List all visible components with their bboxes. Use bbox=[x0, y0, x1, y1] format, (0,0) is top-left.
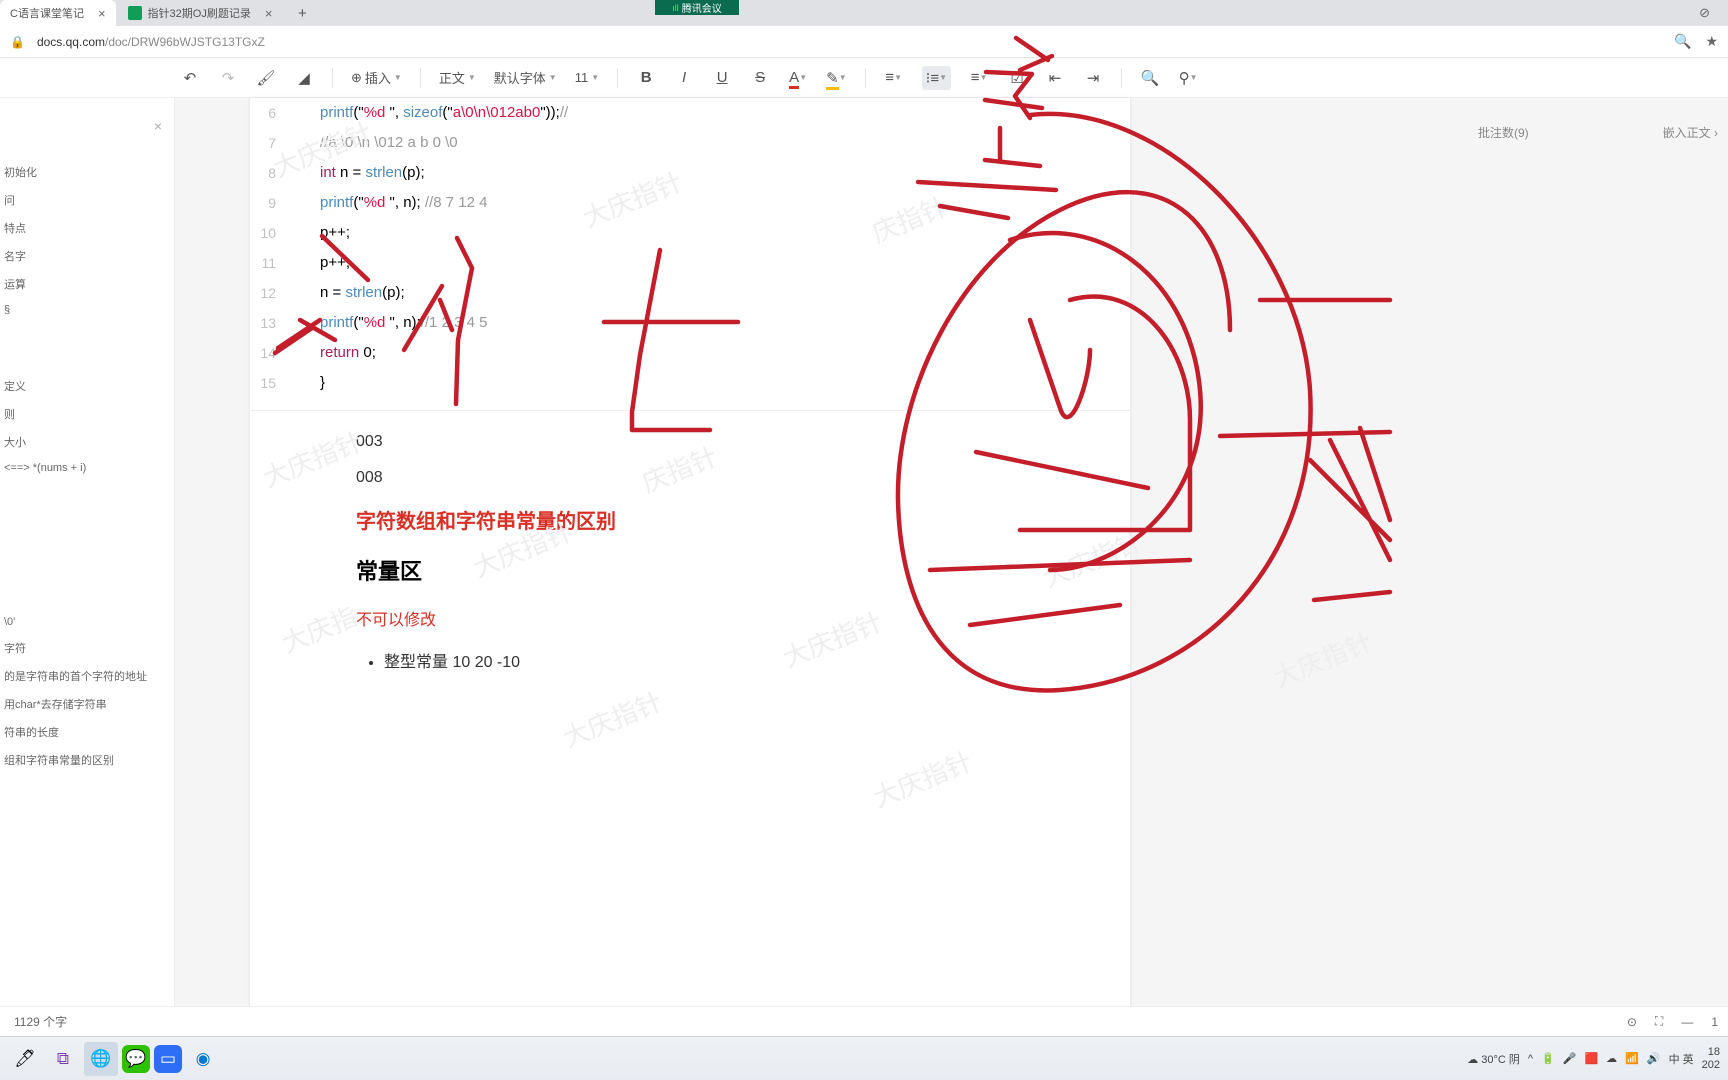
prose-content[interactable]: 003 008 字符数组和字符串常量的区别 常量区 不可以修改 整型常量 10 … bbox=[250, 411, 1130, 672]
sidebar-item[interactable]: 符串的长度 bbox=[0, 718, 166, 746]
tray-up-icon[interactable]: ^ bbox=[1528, 1053, 1533, 1065]
search-button[interactable]: 🔍 bbox=[1140, 66, 1160, 90]
sidebar-item[interactable]: 大小 bbox=[0, 428, 166, 456]
document-canvas[interactable]: 6printf("%d ", sizeof("a\0\n\012ab0"));/… bbox=[250, 98, 1130, 1036]
code-block: 6printf("%d ", sizeof("a\0\n\012ab0"));/… bbox=[250, 98, 1130, 411]
tab-2[interactable]: 指针32期OJ刷题记录 × bbox=[118, 0, 283, 26]
tab-2-title: 指针32期OJ刷题记录 bbox=[148, 5, 251, 21]
star-icon[interactable]: ★ bbox=[1705, 33, 1718, 50]
num-icon: 1 bbox=[1711, 1015, 1718, 1029]
underline-button[interactable]: U bbox=[712, 66, 732, 90]
sidebar-item[interactable]: 运算 bbox=[0, 270, 166, 298]
number-list-button[interactable]: ≡ ▼ bbox=[969, 66, 989, 90]
paragraph: 003 bbox=[356, 433, 1130, 451]
bold-button[interactable]: B bbox=[636, 66, 656, 90]
meeting-label: 腾讯会议 bbox=[682, 0, 722, 15]
checklist-button[interactable]: ☑ bbox=[1007, 66, 1027, 90]
outdent-button[interactable]: ⇤ bbox=[1045, 66, 1065, 90]
workspace: × 初始化 问 特点 名字 运算 § 定义 则 大小 <==> *(nums +… bbox=[0, 98, 1728, 1036]
sidebar-item[interactable]: 初始化 bbox=[0, 158, 166, 186]
zoom-icon[interactable]: 🔍 bbox=[1674, 33, 1691, 50]
format-paint-button[interactable]: 🖌 bbox=[256, 66, 276, 90]
sidebar-item[interactable]: 的是字符串的首个字符的地址 bbox=[0, 662, 166, 690]
undo-button[interactable]: ↶ bbox=[180, 66, 200, 90]
sidebar-item[interactable]: 名字 bbox=[0, 242, 166, 270]
strike-button[interactable]: S bbox=[750, 66, 770, 90]
bullet-list-button[interactable]: ⁝≡ ▼ bbox=[922, 66, 951, 90]
meeting-bar[interactable]: ıll 腾讯会议 bbox=[655, 0, 739, 15]
redo-button[interactable]: ↷ bbox=[218, 66, 238, 90]
new-tab-button[interactable]: + bbox=[290, 1, 314, 25]
taskbar-pen-icon[interactable]: 🖊 bbox=[8, 1042, 42, 1076]
sidebar-close-icon[interactable]: × bbox=[154, 118, 162, 134]
sidebar-item[interactable]: 特点 bbox=[0, 214, 166, 242]
indent-button[interactable]: ⇥ bbox=[1083, 66, 1103, 90]
tray-ime[interactable]: 中 英 bbox=[1669, 1051, 1694, 1067]
window-close-icon[interactable]: ⊘ bbox=[1699, 5, 1710, 21]
sheets-icon bbox=[128, 6, 142, 20]
signal-icon: ıll bbox=[672, 3, 679, 13]
system-tray: ☁ 30°C 阴 ^ 🔋 🎤 🟥 ☁ 📶 🔊 中 英 18202 bbox=[1467, 1046, 1720, 1070]
taskbar-meeting-icon[interactable]: ▭ bbox=[154, 1045, 182, 1073]
tray-battery-icon[interactable]: 🔋 bbox=[1541, 1052, 1555, 1065]
address-bar-row: 🔒 docs.qq.com/doc/DRW96bWJSTG13TGxZ 🔍 ★ bbox=[0, 26, 1728, 58]
paragraph: 008 bbox=[356, 469, 1130, 487]
url-actions: 🔍 ★ bbox=[1674, 33, 1718, 50]
sidebar-item[interactable]: 定义 bbox=[0, 372, 166, 400]
clear-format-button[interactable]: ◢ bbox=[294, 66, 314, 90]
minus-icon[interactable]: — bbox=[1681, 1015, 1693, 1029]
taskbar-wechat-icon[interactable]: 💬 bbox=[122, 1045, 150, 1073]
sidebar-item[interactable]: 字符 bbox=[0, 634, 166, 662]
heading-const-area: 常量区 bbox=[356, 554, 1130, 586]
taskbar-vs-icon[interactable]: ⧉ bbox=[46, 1042, 80, 1076]
embed-toggle[interactable]: 嵌入正文 › bbox=[1663, 124, 1718, 141]
taskbar: 🖊 ⧉ 🌐 💬 ▭ ◉ ☁ 30°C 阴 ^ 🔋 🎤 🟥 ☁ 📶 🔊 中 英 1… bbox=[0, 1036, 1728, 1080]
tray-sound-icon[interactable]: 🔊 bbox=[1647, 1052, 1661, 1065]
tab-1-title: C语言课堂笔记 bbox=[10, 5, 84, 21]
heading-difference: 字符数组和字符串常量的区别 bbox=[356, 505, 1130, 534]
weather-widget[interactable]: ☁ 30°C 阴 bbox=[1467, 1051, 1520, 1067]
list-item: 整型常量 10 20 -10 bbox=[384, 648, 1130, 672]
tray-shield-icon[interactable]: 🟥 bbox=[1584, 1052, 1598, 1065]
tab-1[interactable]: C语言课堂笔记 × bbox=[0, 0, 116, 26]
sidebar-item[interactable]: <==> *(nums + i) bbox=[0, 456, 166, 480]
status-bar: 1129 个字 ⊙ ⛶ — 1 bbox=[0, 1006, 1728, 1036]
highlight-button[interactable]: ✎ ▼ bbox=[826, 66, 847, 90]
font-select[interactable]: 默认字体 ▼ bbox=[494, 68, 557, 87]
taskbar-edge-icon[interactable]: ◉ bbox=[186, 1042, 220, 1076]
comments-count[interactable]: 批注数(9) bbox=[1478, 124, 1529, 141]
close-icon[interactable]: × bbox=[265, 6, 273, 21]
insert-button[interactable]: ⊕ 插入 ▼ bbox=[351, 68, 402, 87]
text-color-button[interactable]: A ▼ bbox=[788, 66, 808, 90]
close-icon[interactable]: × bbox=[98, 6, 106, 21]
sidebar-item[interactable]: 则 bbox=[0, 400, 166, 428]
tray-cloud-icon[interactable]: ☁ bbox=[1606, 1052, 1617, 1065]
style-select[interactable]: 正文 ▼ bbox=[439, 68, 476, 87]
play-icon[interactable]: ⊙ bbox=[1627, 1015, 1637, 1029]
size-select[interactable]: 11 ▼ bbox=[575, 70, 599, 85]
location-button[interactable]: ⚲ ▼ bbox=[1178, 66, 1198, 90]
address-bar[interactable]: docs.qq.com/doc/DRW96bWJSTG13TGxZ bbox=[37, 35, 1662, 49]
lock-icon[interactable]: 🔒 bbox=[10, 35, 25, 49]
browser-tabs: C语言课堂笔记 × 指针32期OJ刷题记录 × + ⊘ bbox=[0, 0, 1728, 26]
word-count: 1129 个字 bbox=[14, 1013, 67, 1030]
outline-sidebar: × 初始化 问 特点 名字 运算 § 定义 则 大小 <==> *(nums +… bbox=[0, 98, 175, 1036]
taskbar-chrome-icon[interactable]: 🌐 bbox=[84, 1042, 118, 1076]
tray-mic-icon[interactable]: 🎤 bbox=[1563, 1052, 1577, 1065]
align-button[interactable]: ≡ ▼ bbox=[884, 66, 904, 90]
tray-wifi-icon[interactable]: 📶 bbox=[1625, 1052, 1639, 1065]
right-panel: 批注数(9) 嵌入正文 › bbox=[1468, 98, 1728, 141]
editor-toolbar: ↶ ↷ 🖌 ◢ ⊕ 插入 ▼ 正文 ▼ 默认字体 ▼ 11 ▼ B I U S … bbox=[0, 58, 1728, 98]
italic-button[interactable]: I bbox=[674, 66, 694, 90]
sidebar-item[interactable]: 用char*去存储字符串 bbox=[0, 690, 166, 718]
sidebar-item[interactable]: 组和字符串常量的区别 bbox=[0, 746, 166, 774]
paragraph-red: 不可以修改 bbox=[356, 606, 1130, 630]
sidebar-item[interactable]: § bbox=[0, 298, 166, 322]
url-domain: docs.qq.com bbox=[37, 35, 105, 49]
url-path: /doc/DRW96bWJSTG13TGxZ bbox=[105, 35, 265, 49]
fullscreen-icon[interactable]: ⛶ bbox=[1655, 1014, 1663, 1029]
sidebar-item[interactable]: \0' bbox=[0, 610, 166, 634]
sidebar-item[interactable]: 问 bbox=[0, 186, 166, 214]
tray-clock[interactable]: 18202 bbox=[1702, 1046, 1720, 1070]
